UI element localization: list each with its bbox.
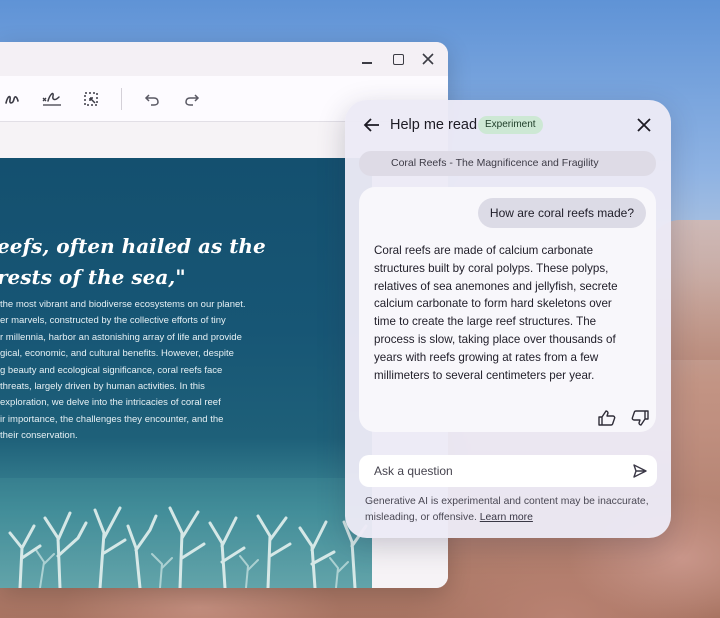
minimize-icon	[362, 62, 372, 64]
close-window-button[interactable]	[417, 48, 439, 70]
disclaimer: Generative AI is experimental and conten…	[365, 494, 665, 526]
document-page: eefs, often hailed as the rests of the s…	[0, 158, 372, 588]
send-button[interactable]	[632, 463, 648, 479]
body-line: their conservation.	[0, 430, 78, 442]
select-region-icon	[84, 92, 98, 106]
redo-icon	[185, 94, 200, 106]
user-question-bubble: How are coral reefs made?	[477, 198, 646, 228]
document-title-chip: Coral Reefs - The Magnificence and Fragi…	[359, 151, 656, 176]
heading-line: eefs, often hailed as the	[0, 234, 266, 258]
undo-button[interactable]	[144, 90, 160, 108]
thumbs-up-icon	[598, 410, 616, 426]
help-me-read-panel: Help me read Experiment Coral Reefs - Th…	[345, 100, 671, 538]
ai-answer: Coral reefs are made of calcium carbonat…	[374, 242, 646, 384]
answer-line: years with reefs growing at rates from a…	[374, 350, 599, 364]
undo-icon	[144, 94, 159, 106]
back-arrow-icon	[363, 118, 379, 132]
close-icon	[422, 53, 434, 65]
body-line: g beauty and ecological significance, co…	[0, 364, 223, 376]
draw-button[interactable]	[4, 90, 20, 108]
signature-button[interactable]	[42, 90, 62, 108]
signature-icon	[42, 92, 61, 106]
body-line: ir importance, the challenges they encou…	[0, 413, 224, 425]
learn-more-link[interactable]: Learn more	[480, 512, 533, 523]
maximize-icon	[392, 53, 404, 65]
answer-line: structures built by coral polyps. These …	[374, 261, 609, 275]
answer-line: process is slow, taking place over thous…	[374, 332, 616, 346]
document-body: the most vibrant and biodiverse ecosyste…	[0, 297, 372, 445]
body-line: gical, economic, and cultural benefits. …	[0, 348, 234, 360]
minimize-button[interactable]	[356, 48, 378, 70]
ask-placeholder: Ask a question	[374, 464, 453, 478]
coral-reef-image	[0, 478, 372, 588]
answer-line: time to create the large reef structures…	[374, 315, 597, 329]
back-button[interactable]	[363, 116, 381, 134]
body-line: threats, largely driven by human activit…	[0, 381, 205, 393]
title-bar	[0, 42, 448, 76]
maximize-button[interactable]	[387, 48, 409, 70]
select-region-button[interactable]	[84, 90, 98, 108]
body-line: r millennia, harbor an astonishing array…	[0, 331, 242, 343]
body-line: er marvels, constructed by the collectiv…	[0, 315, 226, 327]
draw-icon	[5, 95, 19, 104]
toolbar-divider	[121, 88, 122, 110]
thumbs-down-icon	[631, 410, 649, 426]
disclaimer-text: misleading, or offensive.	[365, 512, 477, 523]
answer-line: calcium carbonate to form hard skeletons…	[374, 297, 612, 311]
close-icon	[637, 118, 651, 132]
document-heading: eefs, often hailed as the rests of the s…	[0, 231, 372, 293]
disclaimer-line: misleading, or offensive. Learn more	[365, 510, 665, 526]
experiment-badge: Experiment	[478, 116, 543, 134]
disclaimer-line: Generative AI is experimental and conten…	[365, 496, 649, 507]
body-line: exploration, we delve into the intricaci…	[0, 397, 221, 409]
send-icon	[633, 464, 647, 478]
heading-line: rests of the sea,"	[0, 265, 186, 289]
redo-button[interactable]	[184, 90, 200, 108]
panel-title: Help me read	[390, 117, 478, 133]
ask-question-input[interactable]: Ask a question	[359, 455, 657, 487]
close-panel-button[interactable]	[635, 116, 653, 134]
thumbs-up-button[interactable]	[598, 410, 616, 426]
thumbs-down-button[interactable]	[631, 410, 649, 426]
body-line: the most vibrant and biodiverse ecosyste…	[0, 299, 246, 310]
chat-area: How are coral reefs made? Coral reefs ar…	[359, 187, 656, 432]
answer-line: millimeters to several centimeters per y…	[374, 368, 595, 382]
answer-line: Coral reefs are made of calcium carbonat…	[374, 244, 594, 257]
answer-line: relatives of sea anemones and jellyfish,…	[374, 279, 618, 293]
